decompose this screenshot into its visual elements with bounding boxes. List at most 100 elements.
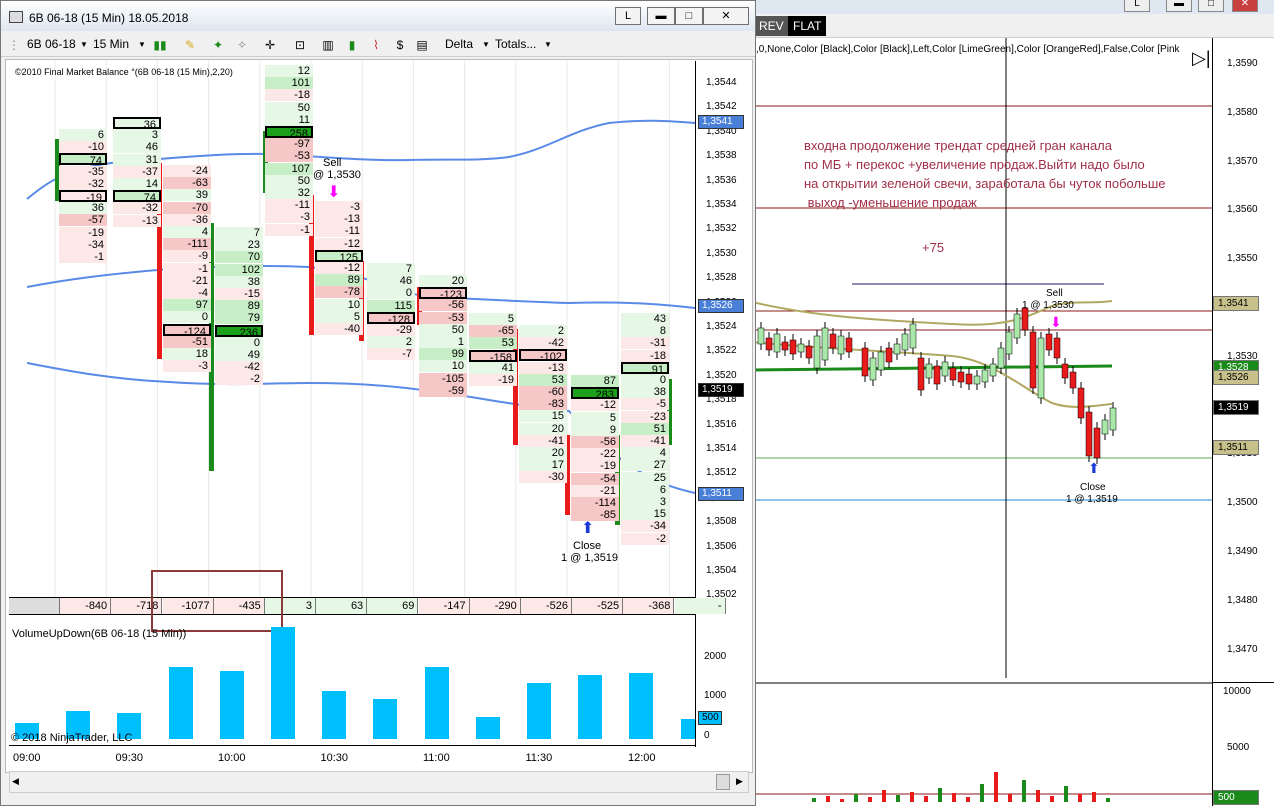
footprint-cell: 31 bbox=[113, 153, 161, 166]
bg-close-button[interactable]: ✕ bbox=[1232, 0, 1258, 12]
chevron-down-icon[interactable]: ▼ bbox=[77, 38, 91, 52]
footprint-cell: 3 bbox=[113, 129, 161, 142]
scroll-left-icon[interactable]: ◀ bbox=[12, 776, 19, 787]
indicator-label: ©2010 Final Market Balance °(6B 06-18 (1… bbox=[15, 67, 233, 77]
sell-arrow-icon: ⬇ bbox=[327, 184, 341, 201]
price-marker: 1,3526 bbox=[698, 299, 744, 313]
bg-volume-bar bbox=[840, 799, 844, 802]
bg-price-tick: 1,3480 bbox=[1227, 594, 1258, 606]
footprint-cell: -56 bbox=[419, 299, 467, 312]
price-tick: 1,3508 bbox=[706, 516, 737, 528]
copyright: © 2018 NinjaTrader, LLC bbox=[11, 732, 133, 744]
footprint-cell: -1 bbox=[265, 223, 313, 236]
sell-detail: @ 1,3530 bbox=[313, 169, 361, 181]
footprint-cell: -7 bbox=[367, 348, 415, 361]
footprint-cell: 12 bbox=[265, 65, 313, 77]
bg-candle-body bbox=[949, 367, 957, 381]
footprint-cell: -32 bbox=[113, 202, 161, 215]
properties-icon[interactable]: ▤ bbox=[415, 38, 429, 52]
footprint-cell: 79 bbox=[215, 312, 263, 325]
footprint-cell: -3 bbox=[315, 201, 363, 213]
l-button[interactable]: L bbox=[615, 7, 641, 25]
footprint-cell: -19 bbox=[59, 226, 107, 239]
volume-bar bbox=[424, 667, 449, 739]
footprint-cell: 89 bbox=[315, 274, 363, 287]
chevron-down-icon[interactable]: ▼ bbox=[135, 38, 149, 52]
indicator-icon[interactable]: ✦ bbox=[211, 38, 225, 52]
time-label: 10:30 bbox=[320, 752, 349, 764]
footprint-cell: -40 bbox=[315, 323, 363, 335]
candles-icon[interactable]: ▮ bbox=[345, 38, 359, 52]
footprint-cell: 3 bbox=[621, 496, 669, 508]
chevron-down-icon[interactable]: ▼ bbox=[541, 38, 555, 52]
delta-menu[interactable]: Delta bbox=[445, 37, 473, 51]
bg-price-axis: 1,35901,35801,35701,35601,35501,35401,35… bbox=[1212, 38, 1274, 806]
bg-maximize-button[interactable]: □ bbox=[1198, 0, 1224, 12]
interval-selector[interactable]: 15 Min bbox=[93, 37, 129, 51]
horizontal-scrollbar[interactable]: ◀ ▶ bbox=[9, 771, 749, 793]
footprint-cell: -34 bbox=[621, 520, 669, 533]
footprint-cell: 87 bbox=[571, 375, 619, 387]
bg-l-button[interactable]: L bbox=[1124, 0, 1150, 12]
volume-bar bbox=[322, 691, 347, 739]
total-cell: - bbox=[674, 598, 726, 614]
bg-candle-body bbox=[781, 341, 789, 351]
footprint-cell: -59 bbox=[419, 384, 467, 397]
bg-price-tick: 1,3570 bbox=[1227, 155, 1258, 167]
footprint-cell: 5 bbox=[315, 310, 363, 323]
footprint-cell: 15 bbox=[621, 508, 669, 521]
price-axis[interactable]: 1,3544 1,3542 1,3540 1,3538 1,3536 1,3534 1,35… bbox=[695, 61, 749, 617]
bg-volume-bar bbox=[966, 797, 970, 802]
footprint-cell: -5 bbox=[621, 398, 669, 411]
instrument-selector[interactable]: 6B 06-18 bbox=[27, 37, 76, 51]
bar-type-icon[interactable]: ▮▮ bbox=[153, 38, 167, 52]
bg-candle-body bbox=[941, 361, 949, 377]
background-chart-window: L ▬ □ ✕ REV FLAT ,0,None,Color [Black],C… bbox=[752, 0, 1274, 806]
minimize-button[interactable]: ▬ bbox=[647, 7, 675, 25]
footprint-cell: -10 bbox=[59, 141, 107, 154]
footprint-cell: -2 bbox=[215, 373, 263, 386]
rev-button[interactable]: REV bbox=[754, 16, 789, 36]
pencil-icon[interactable]: ✎ bbox=[183, 38, 197, 52]
bg-candle-body bbox=[837, 335, 845, 355]
sell-label: Sell bbox=[323, 157, 342, 169]
scroll-thumb[interactable] bbox=[716, 774, 730, 790]
footprint-cell: -21 bbox=[571, 484, 619, 497]
totals-menu[interactable]: Totals... bbox=[495, 37, 536, 51]
footprint-cell: 1 bbox=[419, 336, 467, 348]
data-box-icon[interactable]: ▥ bbox=[321, 38, 335, 52]
volume-tick: 2000 bbox=[704, 651, 727, 662]
bg-close-label: Close bbox=[1080, 482, 1106, 493]
footprint-cell: -83 bbox=[519, 398, 567, 411]
chevron-down-icon[interactable]: ▼ bbox=[479, 38, 493, 52]
footprint-cell: 74 bbox=[59, 153, 107, 167]
bg-volume-bar bbox=[1008, 794, 1012, 802]
footprint-cell: 6 bbox=[59, 129, 107, 141]
dollar-icon[interactable]: $ bbox=[393, 38, 407, 52]
footprint-cell: -11 bbox=[315, 225, 363, 238]
bg-candle-body bbox=[893, 343, 901, 355]
bg-candle-body bbox=[1109, 407, 1117, 431]
price-tick: 1,3522 bbox=[706, 345, 737, 357]
footprint-cell: 32 bbox=[265, 187, 313, 199]
bg-candle-body bbox=[773, 333, 781, 353]
strategy-icon[interactable]: ✧ bbox=[235, 38, 249, 52]
footprint-cell: 27 bbox=[621, 459, 669, 472]
bg-candle-body bbox=[1101, 419, 1109, 435]
footprint-cell: 20 bbox=[519, 447, 567, 459]
price-tick: 1,3506 bbox=[706, 540, 737, 552]
crosshair-icon[interactable]: ✛ bbox=[263, 38, 277, 52]
scroll-right-icon[interactable]: ▶ bbox=[736, 776, 743, 787]
bg-price-tick: 1,3560 bbox=[1227, 204, 1258, 216]
line-chart-icon[interactable]: ⌇ bbox=[369, 38, 383, 52]
zoom-icon[interactable]: ⊡ bbox=[293, 38, 307, 52]
bg-minimize-button[interactable]: ▬ bbox=[1166, 0, 1192, 12]
footprint-cell: -21 bbox=[163, 274, 211, 287]
title-bar[interactable]: 6B 06-18 (15 Min) 18.05.2018 L ▬ □ ✕ bbox=[1, 1, 755, 31]
close-button[interactable]: ✕ bbox=[703, 7, 749, 25]
maximize-button[interactable]: □ bbox=[675, 7, 703, 25]
footprint-cell: -128 bbox=[367, 311, 415, 326]
bg-candle-body bbox=[1069, 371, 1077, 389]
flat-button[interactable]: FLAT bbox=[788, 16, 827, 36]
footprint-cell: -29 bbox=[367, 324, 415, 336]
